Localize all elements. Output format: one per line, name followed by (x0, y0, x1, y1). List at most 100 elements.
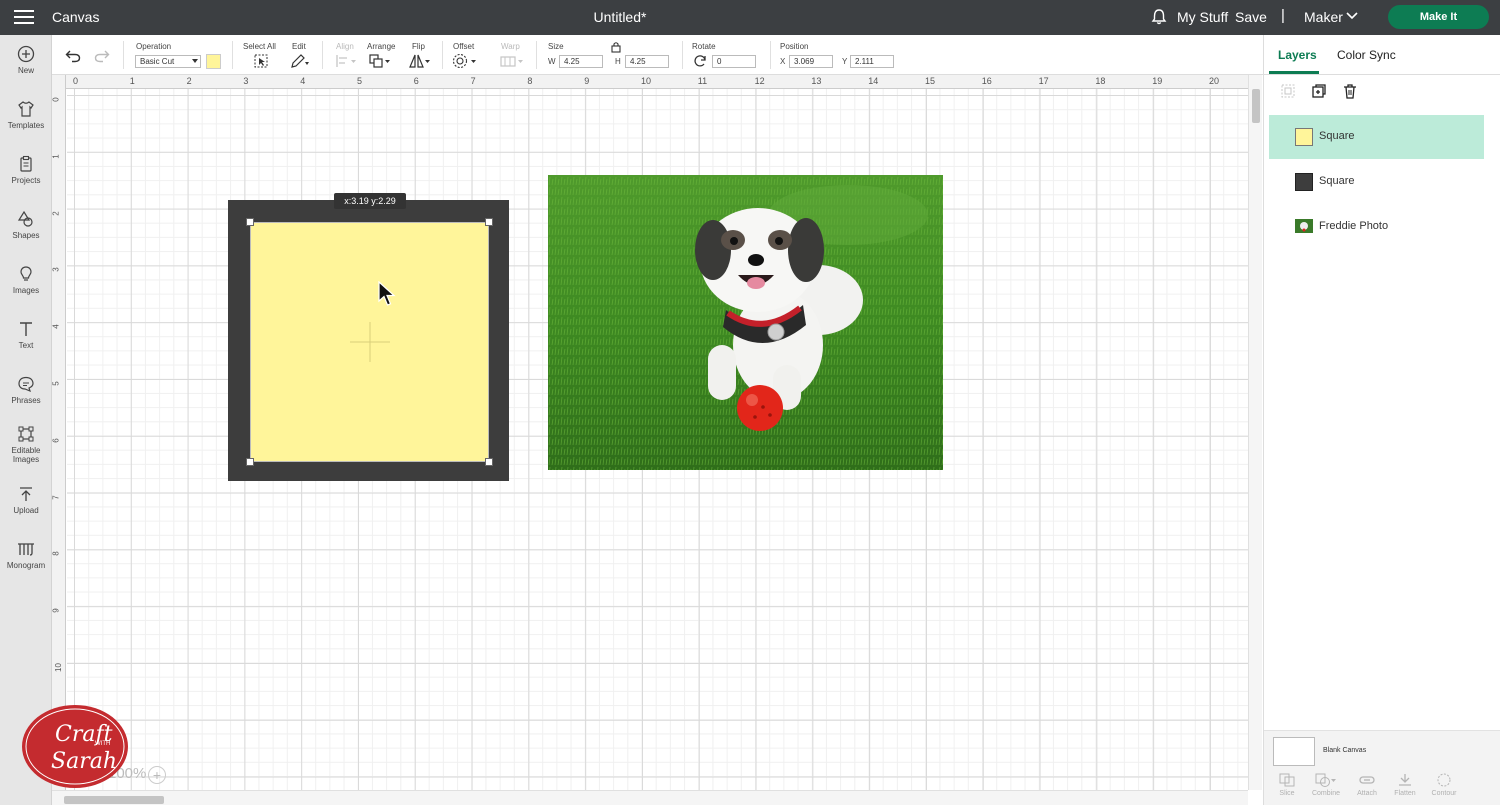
sidebar-item-images[interactable]: Images (0, 265, 52, 295)
flatten-button[interactable]: Flatten (1385, 773, 1425, 797)
ruler-tick-label: 8 (51, 551, 61, 557)
combine-button[interactable]: Combine (1306, 773, 1346, 797)
dog-photo[interactable] (548, 175, 943, 470)
mouse-cursor-icon (378, 281, 396, 306)
lock-icon[interactable] (611, 41, 621, 53)
trash-icon[interactable] (1342, 83, 1358, 99)
sidebar-item-label: New (17, 66, 34, 75)
blank-canvas-swatch[interactable] (1273, 737, 1315, 766)
attach-button[interactable]: Attach (1347, 773, 1387, 797)
sidebar-item-projects[interactable]: Projects (0, 155, 52, 185)
height-input[interactable]: 4.25 (625, 55, 669, 68)
duplicate-icon[interactable] (1311, 83, 1327, 99)
blank-canvas-label: Blank Canvas (1323, 747, 1367, 754)
tab-color-sync[interactable]: Color Sync (1337, 48, 1396, 62)
undo-icon[interactable] (65, 49, 81, 63)
sidebar-item-templates[interactable]: Templates (0, 100, 52, 130)
svg-text:WITH: WITH (95, 741, 110, 747)
sidebar-item-monogram[interactable]: Monogram (0, 540, 52, 570)
slice-button[interactable]: Slice (1267, 773, 1307, 797)
rotate-icon[interactable] (693, 54, 707, 68)
sidebar-item-shapes[interactable]: Shapes (0, 210, 52, 240)
color-swatch[interactable] (206, 54, 221, 69)
group-icon[interactable] (1280, 83, 1296, 99)
combine-label: Combine (1311, 790, 1340, 797)
plus-circle-icon (17, 45, 35, 63)
panel-bottom-tools: Blank Canvas Slice Combine Attach Flatte… (1264, 730, 1500, 805)
operation-label: Operation (136, 42, 172, 51)
warp-icon[interactable] (499, 53, 525, 69)
ruler-tick-label: 3 (243, 76, 249, 86)
horizontal-scrollbar[interactable] (52, 790, 1248, 805)
ruler-tick-label: 4 (51, 324, 61, 329)
clipboard-icon (20, 155, 32, 172)
attach-label: Attach (1357, 790, 1377, 797)
y-position-input[interactable]: 2.111 (850, 55, 894, 68)
document-title[interactable]: Untitled* (0, 9, 1240, 25)
ruler-tick-label: 2 (51, 210, 61, 216)
select-all-label: Select All (243, 42, 276, 51)
arrange-icon[interactable] (368, 53, 392, 69)
layer-item[interactable]: Freddie Photo (1269, 205, 1484, 249)
sidebar-item-phrases[interactable]: Phrases (0, 375, 52, 405)
resize-handle[interactable] (246, 458, 254, 466)
ruler-tick-label: 10 (53, 663, 63, 672)
select-all-icon[interactable] (253, 53, 269, 69)
align-icon[interactable] (335, 53, 357, 69)
ruler-tick-label: 16 (981, 76, 992, 86)
ruler-tick-label: 2 (186, 76, 192, 86)
sidebar-item-editable-images[interactable]: Editable Images (0, 425, 52, 464)
ruler-tick-label: 10 (641, 76, 652, 86)
chat-icon (18, 376, 34, 393)
craft-with-sarah-logo: Craft WITH Sarah (22, 705, 128, 788)
sidebar-item-upload[interactable]: Upload (0, 485, 52, 515)
shirt-icon (18, 101, 34, 117)
ruler-tick-label: 19 (1152, 76, 1163, 86)
sidebar-item-new[interactable]: New (0, 45, 52, 75)
chevron-down-icon[interactable] (1346, 11, 1358, 21)
rotate-label: Rotate (692, 42, 716, 51)
my-stuff-link[interactable]: My Stuff (1177, 9, 1228, 25)
tab-layers[interactable]: Layers (1278, 48, 1317, 62)
vertical-ruler: 0 1 2 3 4 5 6 7 8 9 10 (52, 75, 66, 790)
bell-icon[interactable] (1150, 8, 1168, 26)
layer-swatch (1295, 128, 1313, 146)
attach-icon (1359, 776, 1375, 784)
width-label: W (548, 57, 556, 66)
sidebar-item-label: Images (12, 286, 40, 295)
resize-handle[interactable] (485, 218, 493, 226)
redo-icon[interactable] (94, 49, 110, 63)
vertical-scrollbar[interactable] (1248, 75, 1262, 790)
save-button[interactable]: Save (1235, 9, 1267, 25)
ruler-tick-label: 7 (51, 494, 61, 500)
pencil-icon[interactable] (290, 53, 310, 69)
monogram-icon (18, 543, 34, 556)
sidebar-item-text[interactable]: Text (0, 320, 52, 350)
photo-thumbnail-icon (1295, 219, 1313, 233)
rotate-input[interactable]: 0 (712, 55, 756, 68)
layer-item[interactable]: Square (1269, 160, 1484, 204)
zoom-in-button[interactable]: + (148, 766, 166, 784)
resize-handle[interactable] (485, 458, 493, 466)
height-label: H (615, 57, 621, 66)
sidebar-item-label-line2: Images (12, 455, 40, 464)
ruler-tick-label: 9 (584, 76, 590, 86)
x-position-input[interactable]: 3.069 (789, 55, 833, 68)
sidebar-item-label: Text (18, 341, 34, 350)
contour-button[interactable]: Contour (1424, 773, 1464, 797)
layer-item[interactable]: Square (1269, 115, 1484, 159)
left-sidebar: New Templates Projects Shapes Images Tex… (0, 35, 52, 805)
flip-icon[interactable] (408, 53, 432, 69)
resize-handle[interactable] (246, 218, 254, 226)
make-it-button[interactable]: Make It (1388, 5, 1489, 29)
slice-label: Slice (1279, 790, 1295, 797)
svg-text:Sarah: Sarah (51, 749, 117, 774)
ruler-tick-label: 11 (697, 76, 708, 86)
offset-icon[interactable] (452, 53, 478, 69)
ruler-tick-label: 18 (1095, 76, 1106, 86)
width-input[interactable]: 4.25 (559, 55, 603, 68)
ruler-tick-label: 17 (1038, 76, 1049, 86)
ruler-tick-label: 0 (51, 97, 61, 102)
machine-select[interactable]: Maker (1304, 9, 1343, 25)
bulb-icon (20, 266, 32, 281)
